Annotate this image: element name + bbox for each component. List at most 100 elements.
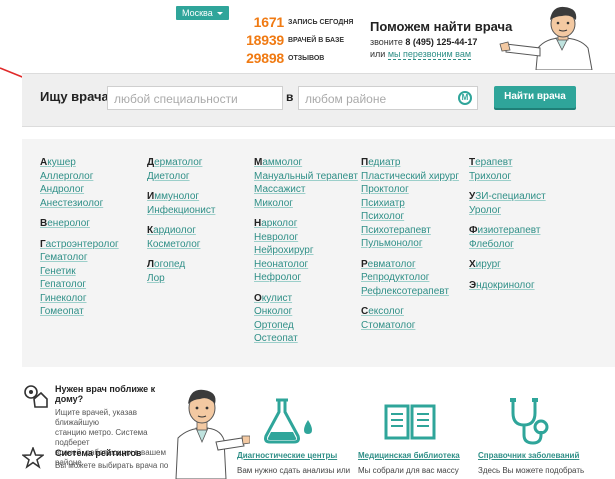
help-block: Поможем найти врача звоните 8 (495) 125-…: [370, 19, 512, 60]
specialty-link[interactable]: Массажист: [254, 183, 358, 197]
service-diagnostics-link[interactable]: Диагностические центры: [237, 451, 337, 460]
specialty-group: Иммунолог Инфекционист: [147, 190, 215, 217]
specialty-link[interactable]: Гинеколог: [40, 292, 119, 306]
specialty-link[interactable]: Гематолог: [40, 251, 119, 265]
find-doctor-button[interactable]: Найти врача: [494, 86, 576, 108]
specialty-link[interactable]: Лор: [147, 272, 215, 286]
specialty-column: Педиатр Пластический хирург Проктолог Психи…: [361, 156, 459, 339]
specialty-link[interactable]: Флеболог: [469, 238, 546, 252]
specialty-rest: ексолог: [368, 306, 404, 317]
specialty-link[interactable]: Невролог: [254, 231, 358, 245]
specialty-link[interactable]: Стоматолог: [361, 319, 459, 333]
specialty-link[interactable]: Миколог: [254, 197, 358, 211]
rating-block: Система рейтингов Вы можете выбирать вра…: [55, 448, 180, 471]
service-desc: Вам нужно сдать анализы или: [237, 466, 351, 475]
specialty-link[interactable]: Иммунолог: [147, 190, 215, 204]
specialty-link[interactable]: Диетолог: [147, 170, 215, 184]
specialty-link[interactable]: Акушер: [40, 156, 119, 170]
city-label: Москва: [182, 8, 213, 18]
specialty-link[interactable]: Гастроэнтеролог: [40, 238, 119, 252]
specialty-group: Венеролог: [40, 217, 119, 231]
stat-reviews: 29898 отзывов: [236, 50, 324, 66]
specialty-column: Маммолог Мануальный терапевт Массажист Мико…: [254, 156, 358, 353]
specialty-link[interactable]: Гомеопат: [40, 305, 119, 319]
stat-label: запись сегодня: [288, 18, 354, 26]
specialty-link[interactable]: Кардиолог: [147, 224, 215, 238]
specialty-link[interactable]: УЗИ-специалист: [469, 190, 546, 204]
specialty-initial: Х: [469, 259, 476, 270]
specialty-link[interactable]: Генетик: [40, 265, 119, 279]
flask-icon: [264, 398, 312, 444]
specialty-link[interactable]: Рефлексотерапевт: [361, 285, 459, 299]
near-home-title: Нужен врач поближе к дому?: [55, 384, 156, 404]
specialty-link[interactable]: Неонатолог: [254, 258, 358, 272]
service-diseases-link[interactable]: Справочник заболеваний: [478, 451, 579, 460]
specialty-column: Терапевт Трихолог УЗИ-специалист Уролог Физи…: [469, 156, 546, 299]
district-input[interactable]: любом районе: [298, 86, 478, 110]
city-selector[interactable]: Москва: [176, 6, 229, 20]
stat-number: 1671: [253, 14, 285, 30]
specialty-link[interactable]: Нефролог: [254, 271, 358, 285]
specialty-link[interactable]: Психиатр: [361, 197, 459, 211]
specialty-column: Акушер Аллерголог Андролог Анестезиолог Вене…: [40, 156, 119, 326]
in-word: в: [286, 90, 294, 104]
callback-link[interactable]: мы перезвоним вам: [387, 49, 472, 60]
specialty-rest: ерматолог: [154, 157, 203, 168]
specialty-link[interactable]: Педиатр: [361, 156, 459, 170]
specialty-link[interactable]: Проктолог: [361, 183, 459, 197]
specialty-link[interactable]: Гепатолог: [40, 278, 119, 292]
house-location-icon: [24, 385, 48, 408]
specialty-group: Хирург: [469, 258, 546, 272]
specialty-initial: Л: [147, 259, 155, 270]
specialty-rest: арколог: [261, 218, 298, 229]
specialty-group: Маммолог Мануальный терапевт Массажист Мико…: [254, 156, 358, 210]
specialty-input[interactable]: любой специальности: [107, 86, 283, 110]
specialty-link[interactable]: Репродуктолог: [361, 271, 459, 285]
specialty-link[interactable]: Эндокринолог: [469, 279, 546, 293]
specialty-rest: ндокринолог: [476, 279, 535, 291]
specialty-link[interactable]: Нарколог: [254, 217, 358, 231]
specialty-group: Акушер Аллерголог Андролог Анестезиолог: [40, 156, 119, 210]
specialty-column: Дерматолог Диетолог Иммунолог Инфекционист К…: [147, 156, 215, 292]
specialty-link[interactable]: Окулист: [254, 292, 358, 306]
specialty-link[interactable]: Нейрохирург: [254, 244, 358, 258]
specialty-link[interactable]: Венеролог: [40, 217, 119, 231]
chevron-down-icon: [216, 12, 223, 16]
specialty-initial: О: [254, 292, 262, 304]
specialty-link[interactable]: Пластический хирург: [361, 170, 459, 184]
specialty-link[interactable]: Аллерголог: [40, 170, 119, 184]
specialty-link[interactable]: Инфекционист: [147, 204, 215, 218]
service-library-link[interactable]: Медицинская библиотека: [358, 451, 460, 460]
specialty-link[interactable]: Сексолог: [361, 305, 459, 319]
specialty-link[interactable]: Косметолог: [147, 238, 215, 252]
specialty-link[interactable]: Мануальный терапевт: [254, 170, 358, 184]
specialty-link[interactable]: Ортопед: [254, 319, 358, 333]
help-call-text: звоните: [370, 37, 403, 47]
specialty-link[interactable]: Пульмонолог: [361, 237, 459, 251]
near-home-desc: станцию метро. Система подберет: [55, 428, 148, 447]
specialty-link[interactable]: Логопед: [147, 258, 215, 272]
near-home-desc: Ищите врачей, указав ближайшую: [55, 408, 137, 427]
specialty-group: Сексолог Стоматолог: [361, 305, 459, 332]
specialty-link[interactable]: Психолог: [361, 210, 459, 224]
specialty-link[interactable]: Онколог: [254, 305, 358, 319]
specialty-link[interactable]: Андролог: [40, 183, 119, 197]
specialty-link[interactable]: Физиотерапевт: [469, 224, 546, 238]
specialty-initial: Р: [361, 258, 368, 270]
specialty-link[interactable]: Психотерапевт: [361, 224, 459, 238]
specialty-link[interactable]: Терапевт: [469, 156, 546, 170]
specialty-group: Физиотерапевт Флеболог: [469, 224, 546, 251]
specialty-link[interactable]: Ревматолог: [361, 258, 459, 272]
specialty-link[interactable]: Маммолог: [254, 156, 358, 170]
specialty-link[interactable]: Уролог: [469, 204, 546, 218]
star-icon: [22, 447, 44, 469]
service-desc: Мы собрали для вас массу: [358, 466, 459, 475]
metro-icon[interactable]: М: [458, 91, 472, 105]
specialty-link[interactable]: Хирург: [469, 258, 546, 272]
specialty-link[interactable]: Дерматолог: [147, 156, 215, 170]
specialty-link[interactable]: Остеопат: [254, 332, 358, 346]
specialty-link[interactable]: Трихолог: [469, 170, 546, 184]
stat-number: 18939: [246, 32, 284, 48]
specialty-rest: ерапевт: [475, 157, 513, 168]
specialty-link[interactable]: Анестезиолог: [40, 197, 119, 211]
